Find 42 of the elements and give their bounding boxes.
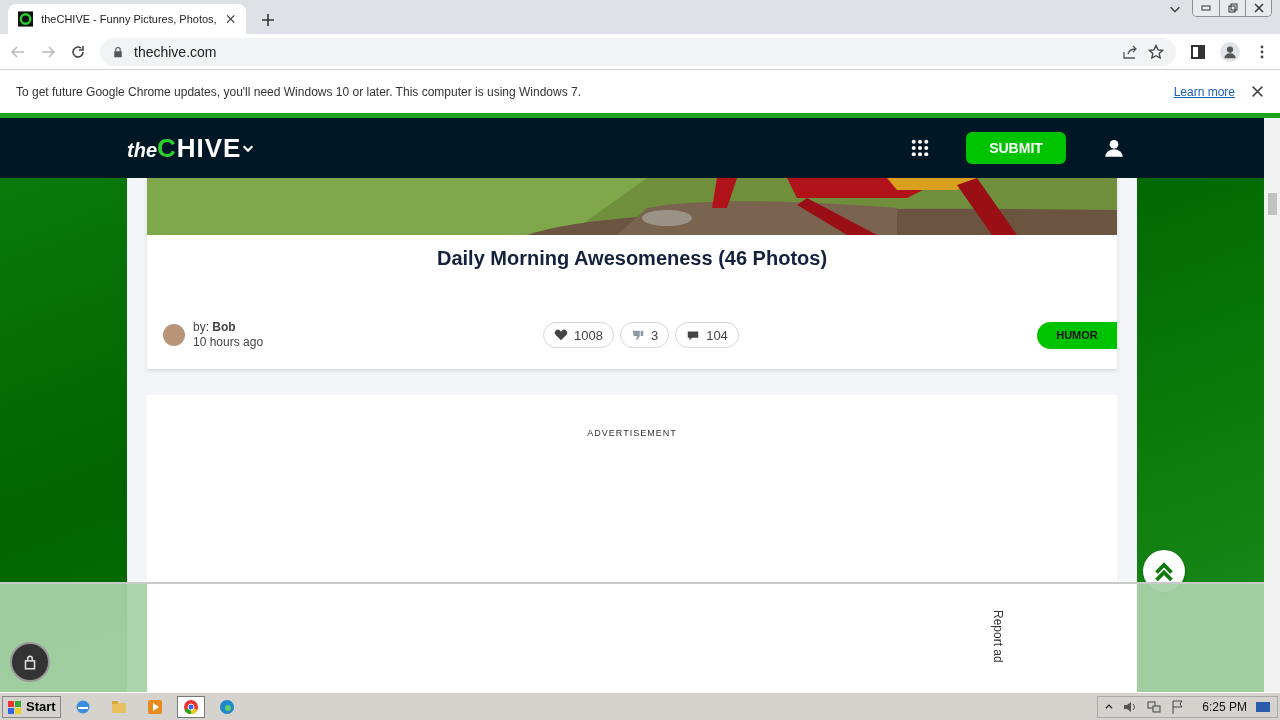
advertisement-label: ADVERTISEMENT <box>587 428 677 440</box>
reload-icon[interactable] <box>70 43 86 60</box>
site-logo-icon <box>18 11 34 27</box>
grid-icon[interactable] <box>910 138 930 158</box>
minimize-button[interactable] <box>1193 0 1219 16</box>
tab-title: theCHIVE - Funny Pictures, Photos, <box>41 13 217 25</box>
star-icon[interactable] <box>1148 43 1164 60</box>
site-logo[interactable]: theCHIVE <box>127 132 242 164</box>
network-icon[interactable] <box>1146 698 1163 715</box>
side-panel-icon[interactable] <box>1190 43 1206 60</box>
clock: 6:25 PM <box>1202 699 1247 714</box>
user-icon[interactable] <box>1104 138 1124 158</box>
windows-flag-icon <box>7 698 23 715</box>
post-title[interactable]: Daily Morning Awesomeness (46 Photos) <box>147 235 1117 315</box>
close-icon[interactable] <box>224 13 236 25</box>
category-tag[interactable]: HUMOR <box>1037 321 1117 349</box>
media-player-icon[interactable] <box>146 698 163 715</box>
close-icon <box>1253 3 1264 13</box>
minimize-icon <box>1201 5 1211 11</box>
chrome-icon[interactable] <box>182 698 199 715</box>
restore-icon <box>1227 3 1238 13</box>
post-time: 10 hours ago <box>193 335 264 350</box>
scrollbar[interactable] <box>1264 118 1280 692</box>
start-button[interactable]: Start <box>2 695 61 718</box>
report-ad-link[interactable]: Report ad <box>991 610 1005 670</box>
close-icon[interactable] <box>1251 85 1264 98</box>
close-button[interactable] <box>1245 0 1271 16</box>
browser-icon[interactable] <box>74 698 91 715</box>
lock-icon <box>112 45 124 58</box>
heart-icon <box>554 328 568 342</box>
learn-more-link[interactable]: Learn more <box>1173 84 1235 99</box>
browser-tab[interactable]: theCHIVE - Funny Pictures, Photos, <box>8 4 246 34</box>
author-avatar <box>163 324 185 346</box>
address-bar[interactable]: thechive.com <box>100 37 1176 66</box>
author-byline: by: Bob <box>193 320 237 335</box>
profile-icon[interactable] <box>1220 41 1240 62</box>
thumbs-down-icon <box>630 328 645 342</box>
restore-button[interactable] <box>1219 0 1245 16</box>
edge-icon[interactable] <box>218 698 235 715</box>
share-icon[interactable] <box>1122 43 1138 60</box>
update-notice: To get future Google Chrome updates, you'll need Windows 10 or later. This computer is using Windows 7. <box>16 84 583 99</box>
plus-icon[interactable] <box>260 12 276 28</box>
